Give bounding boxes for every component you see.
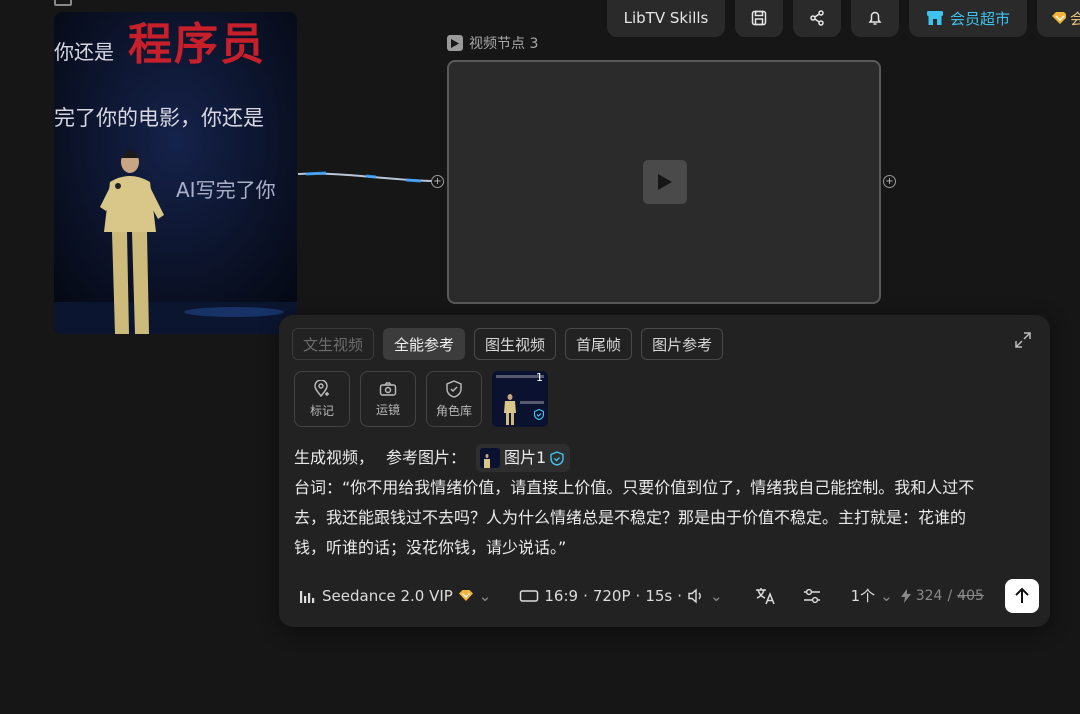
reference-index-badge: 1 — [536, 371, 543, 384]
diamond-icon — [1052, 12, 1066, 24]
save-icon — [751, 10, 767, 26]
prompt-line-2: 台词：“你不用给我情绪价值，请直接上价值。只要价值到位了，情绪我自己能控制。我和… — [294, 478, 975, 497]
image-reference-chip[interactable]: 图片1 — [476, 444, 571, 472]
character-library-label: 角色库 — [435, 403, 472, 418]
separator-dot: · — [635, 586, 641, 605]
model-selector[interactable]: Seedance 2.0 VIP ⌄ — [299, 587, 491, 605]
share-button[interactable] — [793, 0, 841, 37]
credits-original: 405 — [957, 587, 984, 604]
prompt-ref-label: 参考图片： — [386, 448, 467, 467]
mode-tabs: 文生视频 全能参考 图生视频 首尾帧 图片参考 — [292, 328, 724, 360]
tab-image-reference[interactable]: 图片参考 — [641, 328, 724, 360]
prompt-line-4: 钱，听谁的话；没花你钱，请少说话。” — [294, 538, 567, 557]
speaker-icon — [688, 587, 701, 604]
chevron-down-icon: ⌄ — [478, 586, 492, 605]
output-count-selector[interactable]: 1个 ⌄ — [851, 585, 893, 606]
location-pin-icon — [314, 379, 329, 397]
verified-shield-icon — [533, 405, 545, 424]
video-params-selector[interactable]: 16:9 · 720P · 15s · ⌄ — [519, 586, 723, 605]
save-button[interactable] — [735, 0, 783, 37]
audio-bars-icon — [300, 590, 315, 603]
prompt-line-3: 去，我还能跟钱过不去吗？人为什么情绪总是不稳定？那是由于价值不稳定。主打就是：花… — [294, 508, 967, 527]
mark-tool-label: 标记 — [309, 403, 334, 418]
resolution: 720P — [592, 586, 631, 605]
camera-icon — [379, 381, 397, 396]
verified-shield-icon — [550, 450, 564, 466]
vip-store-button[interactable]: 会员超市 — [909, 0, 1027, 37]
member-label: 会 — [1069, 9, 1080, 28]
shield-icon — [446, 379, 462, 398]
video-node-output-port[interactable]: + — [883, 175, 896, 188]
character-library-button[interactable]: 角色库 — [426, 371, 482, 427]
store-icon — [926, 11, 943, 25]
vip-store-label: 会员超市 — [949, 9, 1010, 28]
aspect-ratio-icon — [520, 589, 539, 602]
libtv-skills-button[interactable]: LibTV Skills — [607, 0, 725, 37]
vip-diamond-icon — [458, 590, 473, 601]
translate-button[interactable] — [755, 587, 775, 605]
camera-move-tool-label: 运镜 — [375, 402, 400, 417]
member-button[interactable]: 会 — [1037, 0, 1080, 37]
reference-tools: 标记 运镜 角色库 1 — [294, 371, 548, 427]
chip-label: 图片1 — [504, 448, 547, 467]
credits-display: 324 / 405 — [900, 587, 984, 604]
chevron-down-icon: ⌄ — [880, 586, 893, 605]
top-toolbar: LibTV Skills 会员超市 会 — [607, 0, 1080, 37]
prompt-editor[interactable]: 生成视频， 参考图片： 图片1 台词：“你不用给我情绪价值，请直接上价值。只要价… — [294, 443, 1039, 563]
generation-settings-bar: Seedance 2.0 VIP ⌄ 16:9 · 720P · 15s · ⌄… — [299, 579, 1039, 613]
tab-image-to-video[interactable]: 图生视频 — [474, 328, 557, 360]
share-icon — [810, 10, 824, 26]
mark-tool-button[interactable]: 标记 — [294, 371, 350, 427]
notification-button[interactable] — [851, 0, 899, 37]
expand-icon[interactable] — [1014, 331, 1032, 353]
aspect-ratio: 16:9 — [544, 586, 579, 605]
camera-move-tool-button[interactable]: 运镜 — [360, 371, 416, 427]
separator-dot: · — [583, 586, 588, 605]
overlay-line-3: AI写完了你 — [176, 178, 276, 202]
play-icon[interactable] — [643, 160, 687, 204]
overlay-prefix: 你还是 — [54, 40, 114, 64]
duration: 15s — [645, 586, 673, 605]
translate-icon — [755, 587, 775, 604]
video-node[interactable] — [447, 60, 881, 304]
reference-image-thumbnail[interactable]: 1 — [492, 371, 548, 427]
chip-thumbnail — [480, 448, 501, 468]
node-connector — [297, 171, 433, 183]
overlay-line-2: 完了你的电影，你还是 — [54, 106, 264, 130]
sliders-icon — [803, 588, 820, 603]
overlay-title: 程序员 — [128, 19, 266, 70]
image-node-label-icon — [54, 0, 72, 6]
tab-first-last-frame[interactable]: 首尾帧 — [565, 328, 633, 360]
credits-current: 324 — [915, 587, 943, 604]
lightning-icon — [900, 588, 911, 603]
tab-text-to-video[interactable]: 文生视频 — [292, 328, 375, 360]
tab-all-reference[interactable]: 全能参考 — [383, 328, 466, 360]
video-node-icon — [447, 35, 463, 51]
video-node-header: 视频节点 3 — [447, 33, 538, 53]
chevron-down-icon: ⌄ — [710, 586, 723, 605]
image-node[interactable]: 程序员 你还是 完了你的电影，你还是 AI写完了你 — [54, 12, 297, 334]
credits-separator: / — [947, 587, 953, 604]
arrow-up-icon — [1015, 587, 1029, 603]
video-node-label: 视频节点 3 — [469, 36, 539, 52]
bell-icon — [868, 11, 882, 25]
model-name: Seedance 2.0 VIP — [322, 586, 453, 605]
generation-panel: 文生视频 全能参考 图生视频 首尾帧 图片参考 标记 运镜 角色库 1 生成视频… — [279, 315, 1050, 627]
generate-button[interactable] — [1005, 579, 1039, 613]
prompt-prefix: 生成视频， — [294, 448, 375, 467]
settings-sliders-button[interactable] — [803, 588, 821, 604]
separator-dot: · — [677, 586, 682, 605]
video-node-input-port[interactable]: + — [431, 175, 444, 188]
output-count: 1个 — [850, 587, 876, 605]
